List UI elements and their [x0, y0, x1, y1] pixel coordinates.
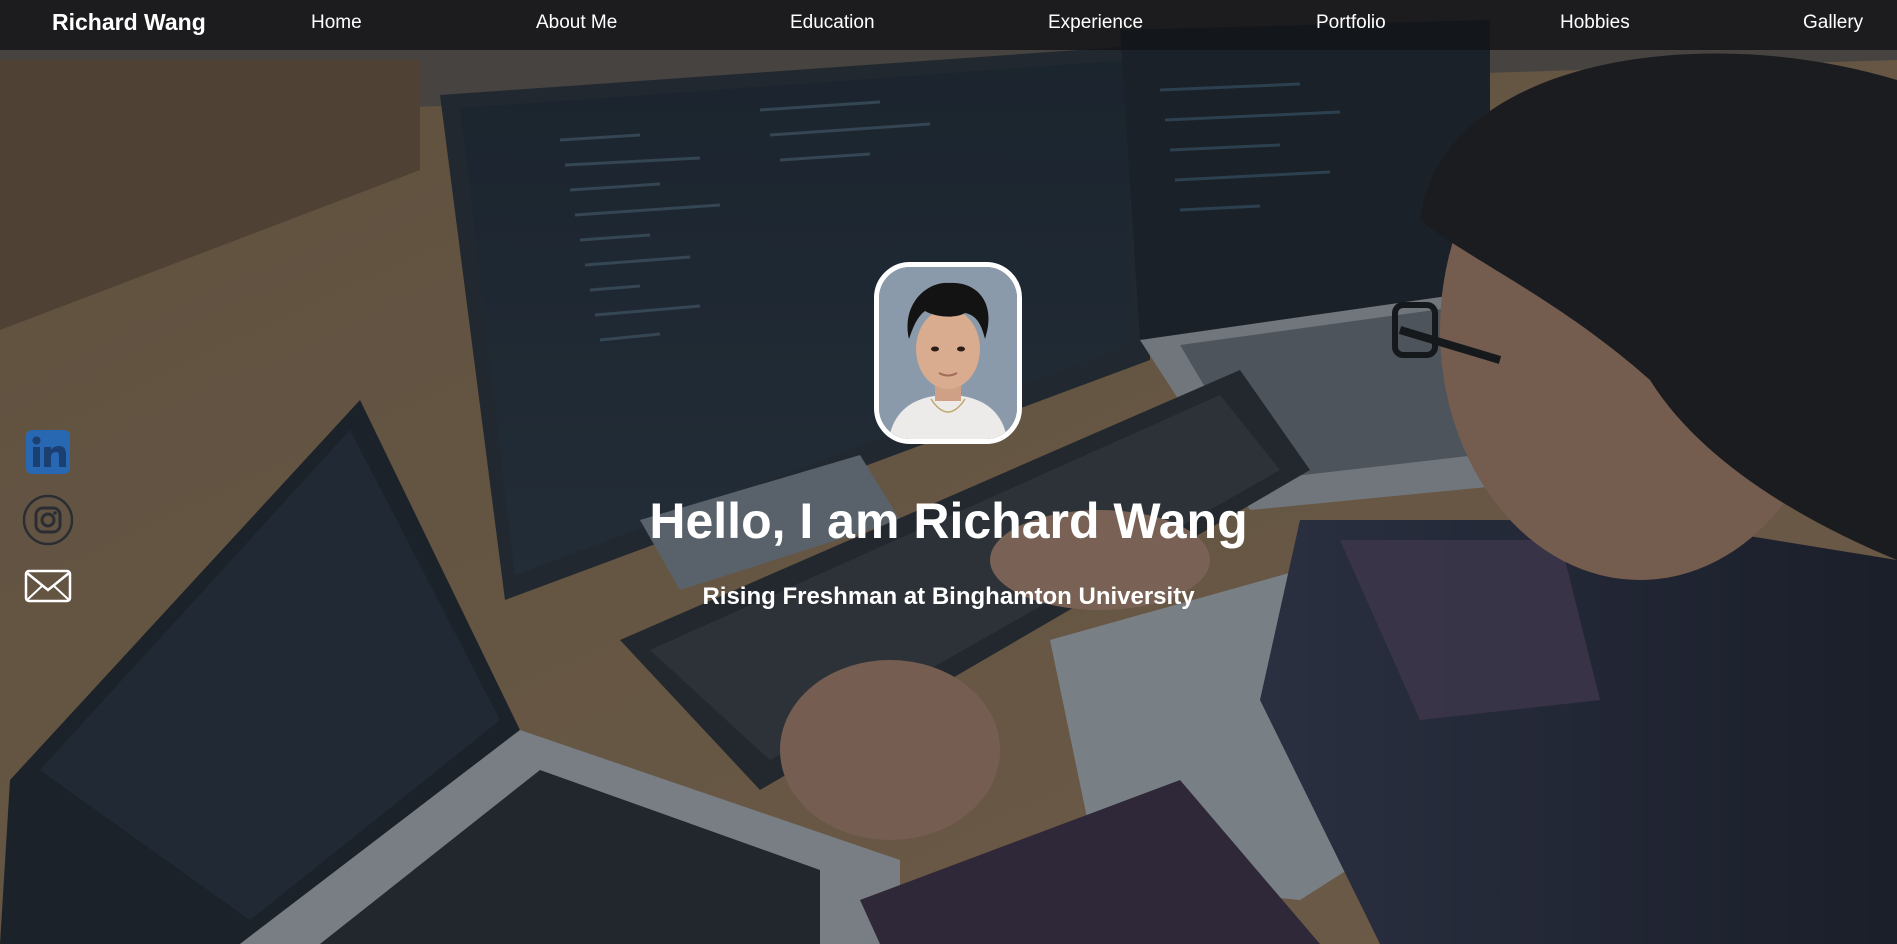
brand-link[interactable]: Richard Wang — [52, 9, 206, 36]
nav-about-me[interactable]: About Me — [536, 12, 617, 34]
background-overlay — [0, 0, 1897, 944]
linkedin-link[interactable] — [24, 428, 72, 481]
hero-title: Hello, I am Richard Wang — [649, 493, 1248, 549]
navbar: Richard Wang Home About Me Education Exp… — [0, 0, 1897, 50]
page: Richard Wang Home About Me Education Exp… — [0, 0, 1897, 944]
linkedin-icon — [26, 430, 70, 474]
nav-experience[interactable]: Experience — [1048, 12, 1143, 34]
nav-gallery[interactable]: Gallery — [1803, 12, 1863, 34]
hero-subtitle: Rising Freshman at Binghamton University — [702, 583, 1195, 610]
profile-portrait — [879, 267, 1017, 439]
profile-photo — [874, 262, 1022, 444]
nav-portfolio[interactable]: Portfolio — [1316, 12, 1386, 34]
nav-hobbies[interactable]: Hobbies — [1560, 12, 1630, 34]
nav-home[interactable]: Home — [311, 12, 362, 34]
nav-education[interactable]: Education — [790, 12, 875, 34]
